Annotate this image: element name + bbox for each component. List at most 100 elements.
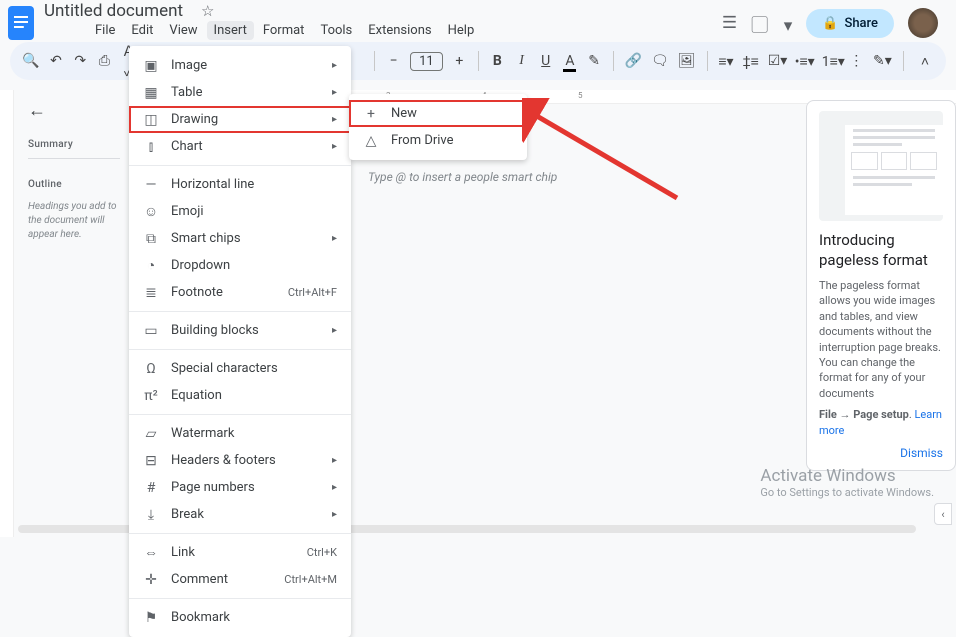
bookmark-icon: ⚑ — [143, 610, 159, 626]
comment-icon: ✛ — [143, 572, 159, 588]
insert-page-numbers[interactable]: #Page numbers▸ — [129, 474, 351, 501]
menu-separator — [129, 311, 351, 312]
equation-icon: π² — [143, 388, 159, 404]
italic-icon[interactable]: I — [514, 53, 529, 69]
chevron-right-icon: ▸ — [332, 482, 337, 493]
menu-separator — [129, 533, 351, 534]
numbered-list-icon[interactable]: 1≡▾ — [822, 53, 840, 70]
page-numbers-icon: # — [143, 480, 159, 496]
promo-body2: File → Page setup. Learn more — [819, 407, 943, 438]
horizontal-line-icon: — — [143, 177, 159, 193]
emoji-icon: ☺ — [143, 203, 159, 220]
collapse-toolbar-icon[interactable]: ˄ — [916, 53, 934, 70]
insert-drawing[interactable]: ◫Drawing▸ — [129, 106, 351, 133]
menu-separator — [129, 165, 351, 166]
insert-comment-icon[interactable]: 🗨 — [651, 53, 669, 69]
menu-extensions[interactable]: Extensions — [361, 21, 438, 40]
text-color-icon[interactable]: A — [562, 53, 577, 69]
more-icon[interactable]: ⋮ — [849, 53, 864, 69]
chevron-right-icon: ▸ — [332, 87, 337, 98]
drawing-new[interactable]: +New — [349, 100, 527, 127]
insert-special-characters[interactable]: ΩSpecial characters — [129, 355, 351, 382]
menu-view[interactable]: View — [162, 21, 204, 40]
insert-smart-chips[interactable]: ⧉Smart chips▸ — [129, 225, 351, 252]
lock-icon: 🔒 — [822, 16, 838, 31]
print-icon[interactable]: ⎙ — [97, 53, 112, 69]
insert-watermark[interactable]: ▱Watermark — [129, 420, 351, 447]
bold-icon[interactable]: B — [490, 53, 505, 69]
table-icon: ▦ — [143, 85, 159, 101]
chevron-right-icon: ▸ — [332, 141, 337, 152]
promo-heading: Introducing pageless format — [819, 231, 943, 270]
ruler-mark: 5 — [578, 91, 583, 100]
docs-logo-icon[interactable] — [8, 6, 34, 40]
drawing-submenu: +New△From Drive — [349, 94, 527, 160]
windows-activation-watermark: Activate Windows Go to Settings to activ… — [760, 466, 934, 499]
redo-icon[interactable]: ↷ — [73, 53, 88, 69]
watermark-icon: ▱ — [143, 426, 159, 442]
insert-link-icon[interactable]: 🔗 — [625, 53, 642, 69]
image-icon: ▣ — [143, 58, 159, 74]
drawing-from-drive[interactable]: △From Drive — [349, 127, 527, 154]
menu-separator — [129, 598, 351, 599]
dismiss-link[interactable]: Dismiss — [819, 446, 943, 460]
insert-link[interactable]: ⇔LinkCtrl+K — [129, 539, 351, 566]
insert-bookmark[interactable]: ⚑Bookmark — [129, 604, 351, 631]
menu-separator — [129, 349, 351, 350]
insert-equation[interactable]: π²Equation — [129, 382, 351, 409]
insert-image[interactable]: ▣Image▸ — [129, 52, 351, 79]
insert-headers-footers[interactable]: ⊟Headers & footers▸ — [129, 447, 351, 474]
drawing-icon: ◫ — [143, 112, 159, 128]
menu-insert[interactable]: Insert — [207, 21, 254, 40]
line-spacing-icon[interactable]: ‡≡ — [743, 53, 759, 70]
new-icon: + — [363, 106, 379, 122]
comments-history-icon[interactable]: ☰ — [722, 13, 737, 33]
menu-tools[interactable]: Tools — [313, 21, 359, 40]
bulleted-list-icon[interactable]: •≡▾ — [795, 53, 813, 70]
insert-image-icon[interactable]: 🖼 — [678, 53, 696, 69]
insert-emoji[interactable]: ☺Emoji — [129, 198, 351, 225]
insert-footnote[interactable]: ≣FootnoteCtrl+Alt+F — [129, 279, 351, 306]
insert-chart[interactable]: ⫾Chart▸ — [129, 133, 351, 160]
menu-format[interactable]: Format — [256, 21, 312, 40]
insert-break[interactable]: ⤓Break▸ — [129, 501, 351, 528]
insert-dropdown[interactable]: ◔Dropdown — [129, 252, 351, 279]
close-outline-icon[interactable]: ← — [28, 100, 46, 121]
chevron-right-icon: ▸ — [332, 455, 337, 466]
chevron-right-icon: ▸ — [332, 325, 337, 336]
share-button[interactable]: 🔒 Share — [806, 9, 894, 38]
undo-icon[interactable]: ↶ — [48, 53, 63, 69]
chart-icon: ⫾ — [143, 139, 159, 155]
underline-icon[interactable]: U — [538, 53, 553, 69]
chevron-right-icon: ▸ — [332, 233, 337, 244]
dropdown-icon: ◔ — [143, 257, 159, 274]
chevron-right-icon: ▸ — [332, 60, 337, 71]
insert-building-blocks[interactable]: ▭Building blocks▸ — [129, 317, 351, 344]
menu-edit[interactable]: Edit — [124, 21, 160, 40]
font-size-input[interactable]: 11 — [410, 52, 443, 71]
checklist-icon[interactable]: ☑▾ — [768, 53, 786, 69]
insert-table[interactable]: ▦Table▸ — [129, 79, 351, 106]
vertical-ruler — [0, 90, 14, 537]
smart-chips-icon: ⧉ — [143, 231, 159, 247]
show-side-panel-icon[interactable]: ‹ — [934, 503, 952, 525]
align-icon[interactable]: ≡▾ — [718, 53, 733, 70]
insert-horizontal-line[interactable]: —Horizontal line — [129, 171, 351, 198]
highlight-icon[interactable]: ✎ — [587, 53, 602, 69]
star-icon[interactable]: ☆ — [201, 2, 214, 20]
account-avatar[interactable] — [908, 8, 938, 38]
meet-icon[interactable]: ▢ﾠ▾ — [751, 11, 792, 36]
insert-menu-dropdown: ▣Image▸▦Table▸◫Drawing▸⫾Chart▸ —Horizonta… — [129, 46, 351, 637]
menu-file[interactable]: File — [88, 21, 122, 40]
chevron-right-icon: ▸ — [332, 114, 337, 125]
increase-font-icon[interactable]: + — [452, 53, 467, 69]
editing-mode-icon[interactable]: ✎▾ — [873, 53, 891, 69]
search-icon[interactable]: 🔍 — [22, 53, 39, 69]
break-icon: ⤓ — [143, 507, 159, 523]
headers-footers-icon: ⊟ — [143, 453, 159, 469]
insert-comment[interactable]: ✛CommentCtrl+Alt+M — [129, 566, 351, 593]
decrease-font-icon[interactable]: − — [386, 53, 401, 69]
promo-body: The pageless format allows you wide imag… — [819, 278, 943, 401]
document-title[interactable]: Untitled document — [44, 1, 183, 21]
menu-help[interactable]: Help — [441, 21, 482, 40]
